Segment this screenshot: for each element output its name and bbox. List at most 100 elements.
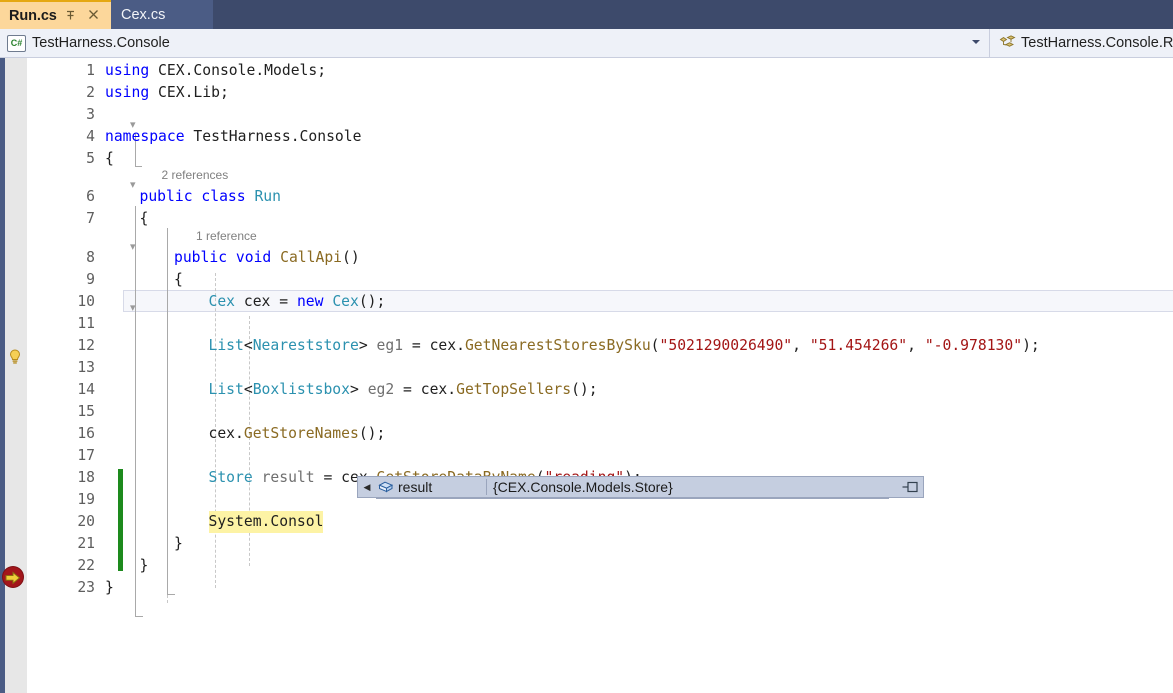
- code-text: public void CallApi(): [174, 247, 360, 269]
- line-number: 6: [86, 187, 95, 205]
- code-line[interactable]: 1 using CEX.Console.Models;: [27, 60, 1173, 82]
- tab-run-cs-label: Run.cs: [9, 7, 57, 24]
- code-line[interactable]: 8 public void CallApi(): [27, 247, 1173, 269]
- line-number: 18: [77, 468, 95, 486]
- code-token: eg1: [376, 336, 404, 354]
- code-surface[interactable]: ▾ ▾ ▾ ▾ 1 using CEX.Console.Models; 2 using…: [27, 58, 1173, 693]
- pin-to-source-icon[interactable]: [897, 480, 923, 494]
- code-token: TestHarness.Console: [184, 127, 362, 145]
- code-token: "5021290026490": [659, 336, 793, 354]
- code-text: List<Boxlistsbox> eg2 = cex.GetTopSeller…: [209, 379, 598, 401]
- code-line[interactable]: 5{: [27, 148, 1173, 170]
- code-token: }: [105, 578, 114, 596]
- close-icon[interactable]: [85, 7, 101, 23]
- code-editor[interactable]: { ▾ ▾ ▾ ▾ 1using CEX.Console.Models;2us: [0, 58, 1173, 693]
- code-line[interactable]: 9{: [27, 269, 1173, 291]
- tab-cex-cs[interactable]: Cex.cs: [111, 0, 213, 29]
- pin-icon[interactable]: [63, 8, 78, 23]
- member-dropdown-label: TestHarness.Console.Ru: [1021, 35, 1173, 51]
- lightbulb-icon[interactable]: [5, 348, 25, 366]
- code-token: <: [243, 380, 253, 398]
- line-number: 1: [86, 61, 95, 79]
- code-text: }: [174, 533, 183, 555]
- code-line[interactable]: 3: [27, 104, 1173, 126]
- datatip-variable-type: {CEX.Console.Models.Store}: [493, 479, 673, 495]
- code-line[interactable]: 15: [27, 401, 1173, 423]
- line-number: 16: [77, 424, 95, 442]
- codelens-reference-hint[interactable]: 2 references: [162, 168, 229, 182]
- triangle-collapse-icon[interactable]: ◀: [358, 482, 376, 493]
- tab-run-cs[interactable]: Run.cs: [0, 0, 111, 29]
- line-number: 22: [77, 556, 95, 574]
- line-number: 21: [77, 534, 95, 552]
- line-number: 5: [86, 149, 95, 167]
- chevron-down-icon[interactable]: [972, 40, 980, 44]
- code-line[interactable]: 23}: [27, 577, 1173, 599]
- code-token: cex =: [235, 292, 297, 310]
- debugger-datatip[interactable]: ◀ result {CEX.Console.Models.Store}: [357, 476, 924, 499]
- code-token: List: [208, 380, 244, 398]
- code-token: "51.454266": [809, 336, 908, 354]
- project-dropdown[interactable]: C# TestHarness.Console: [0, 29, 990, 57]
- visual-studio-window: Run.cs Cex.cs C# TestHarness.Console Tes…: [0, 0, 1173, 693]
- code-line[interactable]: 10 Cex cex = new Cex();: [27, 291, 1173, 313]
- code-token: namespace: [105, 127, 185, 145]
- code-line[interactable]: 22}: [27, 555, 1173, 577]
- code-token: ();: [358, 292, 386, 310]
- code-line[interactable]: 13: [27, 357, 1173, 379]
- member-dropdown[interactable]: TestHarness.Console.Ru: [991, 29, 1173, 57]
- code-token: = cex.: [403, 336, 465, 354]
- code-token: cex.: [208, 424, 244, 442]
- code-line[interactable]: 20 System.Consol: [27, 510, 1173, 533]
- code-text: public class Run: [140, 186, 282, 208]
- datatip-header[interactable]: ◀ result {CEX.Console.Models.Store}: [357, 476, 924, 498]
- editor-glyph-margin[interactable]: [5, 58, 27, 693]
- code-text: Cex cex = new Cex();: [209, 291, 386, 313]
- datatip-member-list[interactable]: [376, 497, 889, 499]
- code-text: System.Consol: [208, 510, 324, 533]
- code-line[interactable]: 4 namespace TestHarness.Console: [27, 126, 1173, 148]
- code-token: ,: [907, 336, 925, 354]
- line-number: 15: [77, 402, 95, 420]
- line-number: 13: [77, 358, 95, 376]
- code-line[interactable]: 2 using CEX.Lib;: [27, 82, 1173, 104]
- code-line[interactable]: 21}: [27, 533, 1173, 555]
- line-number: 17: [77, 446, 95, 464]
- code-token: Store: [208, 468, 253, 486]
- datatip-separator: [486, 479, 487, 495]
- line-number: 3: [86, 105, 95, 123]
- code-token: {: [105, 149, 114, 167]
- line-number: 7: [86, 209, 95, 227]
- code-token: Boxlistsbox: [252, 380, 350, 398]
- code-line[interactable]: 6 public class Run: [27, 186, 1173, 208]
- code-line[interactable]: 7{: [27, 208, 1173, 230]
- code-line[interactable]: 16 cex.GetStoreNames();: [27, 423, 1173, 445]
- code-line[interactable]: 14 List<Boxlistsbox> eg2 = cex.GetTopSell…: [27, 379, 1173, 401]
- code-line[interactable]: 11: [27, 313, 1173, 335]
- code-token: (: [650, 336, 660, 354]
- code-line[interactable]: 17: [27, 445, 1173, 467]
- code-token: public void: [174, 248, 281, 266]
- code-line[interactable]: 12 List<Neareststore> eg1 = cex.GetNeares…: [27, 335, 1173, 357]
- navigation-bar: C# TestHarness.Console TestHarness.Conso…: [0, 29, 1173, 58]
- code-token: CEX.Console.Models;: [149, 61, 327, 79]
- code-token: Run: [254, 187, 281, 205]
- members-icon: [998, 35, 1016, 51]
- code-token: <: [243, 336, 253, 354]
- codelens-reference-hint[interactable]: 1 reference: [196, 229, 257, 243]
- code-token: "-0.978130": [924, 336, 1023, 354]
- tab-cex-cs-label: Cex.cs: [121, 6, 166, 23]
- document-tab-strip: Run.cs Cex.cs: [0, 0, 1173, 29]
- code-text: {: [140, 208, 149, 230]
- project-dropdown-label: TestHarness.Console: [32, 35, 170, 51]
- code-token: >: [358, 336, 377, 354]
- code-token: ();: [358, 424, 386, 442]
- line-number: 10: [77, 292, 95, 310]
- datatip-variable-name: result: [398, 479, 433, 495]
- code-text: }: [140, 555, 149, 577]
- code-token: using: [105, 61, 150, 79]
- code-token: CEX.Lib;: [149, 83, 229, 101]
- csharp-project-icon: C#: [7, 34, 26, 52]
- code-token: eg2: [367, 380, 395, 398]
